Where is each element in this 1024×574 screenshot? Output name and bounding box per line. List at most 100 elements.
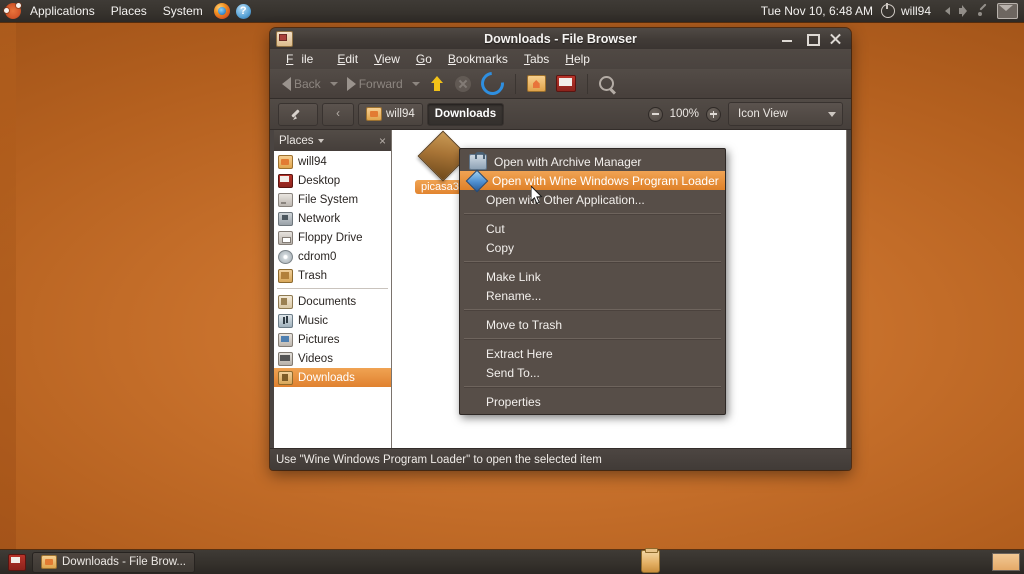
help-icon[interactable]: ?: [236, 4, 251, 19]
view-mode-select[interactable]: Icon View: [728, 102, 843, 126]
trash-icon: [278, 269, 293, 283]
computer-icon: [556, 75, 576, 92]
desktop-icon: [278, 174, 293, 188]
show-desktop-button[interactable]: [8, 554, 26, 571]
stop-button: [451, 74, 475, 94]
edit-location-button[interactable]: [278, 103, 318, 126]
menu-bookmarks[interactable]: Bookmarks: [440, 49, 516, 69]
workspace-2[interactable]: [992, 553, 1020, 571]
up-button[interactable]: [425, 74, 449, 94]
panel-menubar: Applications Places System: [22, 0, 211, 22]
sidebar-item-pictures[interactable]: Pictures: [274, 330, 391, 349]
menu-cut[interactable]: Cut: [460, 219, 725, 238]
trash-applet[interactable]: [641, 550, 660, 573]
view-controls: 100% Icon View: [648, 102, 843, 126]
zoom-out-button[interactable]: [648, 107, 663, 122]
minimize-button[interactable]: [781, 32, 794, 45]
computer-button[interactable]: [552, 73, 580, 94]
sidebar-item-cdrom0[interactable]: cdrom0: [274, 247, 391, 266]
menu-rename[interactable]: Rename...: [460, 286, 725, 305]
arrow-left-icon: [282, 77, 291, 91]
reload-icon: [476, 67, 508, 99]
places-list: will94 Desktop File System Network Flopp…: [274, 151, 391, 448]
sidebar-item-label: will94: [298, 156, 327, 168]
menu-extract-here[interactable]: Extract Here: [460, 344, 725, 363]
close-button[interactable]: [829, 32, 842, 45]
menu-separator: [464, 309, 721, 311]
forward-label: Forward: [359, 77, 403, 91]
sidebar-item-label: File System: [298, 194, 358, 206]
back-history-chevron-down-icon[interactable]: [330, 82, 338, 86]
system-menu[interactable]: System: [155, 0, 211, 22]
sidebar-item-will94[interactable]: will94: [274, 152, 391, 171]
folder-icon: [278, 155, 293, 169]
reload-button[interactable]: [477, 70, 508, 97]
sidebar-item-videos[interactable]: Videos: [274, 349, 391, 368]
home-icon: [527, 75, 546, 92]
menu-edit[interactable]: Edit: [329, 49, 366, 69]
path-scroll-back-button[interactable]: ‹: [322, 103, 354, 126]
sidebar-item-documents[interactable]: Documents: [274, 292, 391, 311]
menu-file[interactable]: File: [278, 49, 329, 69]
menu-view[interactable]: View: [366, 49, 408, 69]
wine-icon: [466, 169, 489, 192]
mail-icon[interactable]: [997, 3, 1018, 19]
menu-properties[interactable]: Properties: [460, 392, 725, 411]
menu-copy[interactable]: Copy: [460, 238, 725, 257]
back-button[interactable]: Back: [278, 75, 325, 93]
sidebar-item-network[interactable]: Network: [274, 209, 391, 228]
menu-help[interactable]: Help: [557, 49, 598, 69]
search-button[interactable]: [595, 74, 618, 93]
sidebar-item-floppy-drive[interactable]: Floppy Drive: [274, 228, 391, 247]
menu-open-with-other-application[interactable]: Open with Other Application...: [460, 190, 725, 209]
menu-item-label: Open with Wine Windows Program Loader: [492, 174, 719, 188]
sidebar-item-desktop[interactable]: Desktop: [274, 171, 391, 190]
zoom-in-button[interactable]: [706, 107, 721, 122]
breadcrumb-downloads[interactable]: Downloads: [427, 103, 504, 126]
menu-make-link[interactable]: Make Link: [460, 267, 725, 286]
menu-open-with-archive-manager[interactable]: Open with Archive Manager: [460, 152, 725, 171]
sidebar-item-label: Pictures: [298, 334, 340, 346]
power-icon[interactable]: [881, 4, 895, 18]
context-menu: Open with Archive Manager Open with Wine…: [459, 148, 726, 415]
panel-status-area: Tue Nov 10, 6:48 AM will94: [755, 3, 1024, 19]
breadcrumb-will94[interactable]: will94: [358, 103, 423, 126]
clock[interactable]: Tue Nov 10, 6:48 AM: [755, 4, 879, 18]
menu-open-with-wine[interactable]: Open with Wine Windows Program Loader: [460, 171, 725, 190]
videos-icon: [278, 352, 293, 366]
chevron-down-icon[interactable]: [318, 139, 324, 143]
status-bar: Use "Wine Windows Program Loader" to ope…: [270, 448, 851, 470]
menu-separator: [464, 261, 721, 263]
applications-menu[interactable]: Applications: [22, 0, 103, 22]
menu-move-to-trash[interactable]: Move to Trash: [460, 315, 725, 334]
network-icon[interactable]: [975, 3, 991, 19]
places-sidebar: Places × will94 Desktop File System: [274, 130, 392, 448]
home-button[interactable]: [523, 73, 550, 94]
volume-icon[interactable]: [957, 3, 973, 19]
firefox-icon[interactable]: [214, 3, 230, 19]
places-header[interactable]: Places ×: [274, 130, 391, 151]
maximize-button[interactable]: [805, 32, 818, 45]
forward-button[interactable]: Forward: [343, 75, 407, 93]
menu-go[interactable]: Go: [408, 49, 440, 69]
workspace-switcher[interactable]: [992, 553, 1024, 571]
window-titlebar[interactable]: Downloads - File Browser: [270, 28, 851, 49]
sidebar-item-music[interactable]: Music: [274, 311, 391, 330]
search-icon: [599, 76, 614, 91]
menu-separator: [464, 386, 721, 388]
sidebar-item-file-system[interactable]: File System: [274, 190, 391, 209]
places-menu[interactable]: Places: [103, 0, 155, 22]
menu-send-to[interactable]: Send To...: [460, 363, 725, 382]
sidebar-item-downloads[interactable]: Downloads: [274, 368, 391, 387]
user-menu[interactable]: will94: [897, 4, 937, 18]
path-bar: ‹ will94 Downloads 100% Icon View: [270, 99, 851, 130]
pencil-icon: [292, 108, 304, 120]
taskbar-window-downloads[interactable]: Downloads - File Brow...: [32, 552, 195, 573]
forward-history-chevron-down-icon[interactable]: [412, 82, 420, 86]
menu-tabs[interactable]: Tabs: [516, 49, 557, 69]
menu-separator: [464, 338, 721, 340]
close-sidebar-button[interactable]: ×: [379, 135, 386, 147]
sidebar-item-trash[interactable]: Trash: [274, 266, 391, 285]
folder-icon: [366, 107, 382, 121]
keyboard-indicator-icon[interactable]: [939, 3, 955, 19]
